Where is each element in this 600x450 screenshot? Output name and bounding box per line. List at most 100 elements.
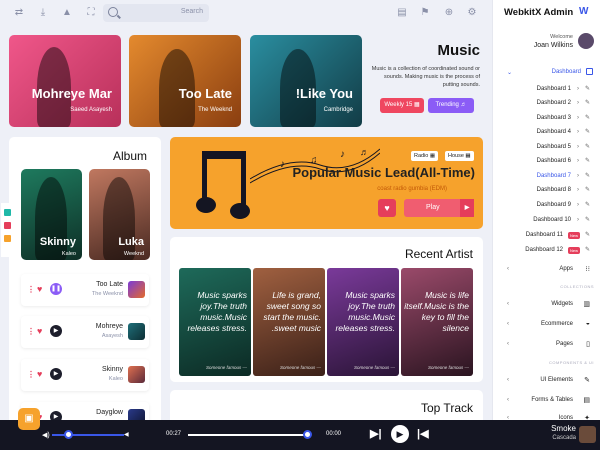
sidebar-item-dashboard-8[interactable]: Dashboard 8 › ✎ xyxy=(507,186,595,196)
play-pause-button[interactable]: ▶ xyxy=(391,425,409,443)
album-card-2[interactable]: Luka Weeknd xyxy=(89,169,150,260)
skip-forward-icon[interactable]: |◀ xyxy=(417,427,429,440)
sidebar-item-dashboard-2[interactable]: Dashboard 2 › ✎ xyxy=(507,99,595,109)
house-tag[interactable]: House ▦ xyxy=(445,151,474,161)
globe-icon[interactable]: ⊕ xyxy=(443,7,455,19)
album-card-artist: Weeknd xyxy=(123,251,144,257)
heart-icon[interactable]: ♥ xyxy=(37,284,42,294)
swap-icon[interactable]: ⇄ xyxy=(13,7,25,19)
edit-icon: ✎ xyxy=(584,217,590,223)
track-row[interactable]: ⋮ ♥ ❚❚ Too Late The Weeknd xyxy=(21,274,149,306)
sidebar-item-widgets[interactable]: ‹ Widgets ▥ xyxy=(507,299,595,311)
artist-card[interactable]: Music is life itself.Music is the key to… xyxy=(401,268,473,376)
more-icon[interactable]: ⋮ xyxy=(27,327,35,336)
sidebar-item-apps[interactable]: ‹ Apps ⁝⁝ xyxy=(507,264,595,276)
play-icon[interactable]: ▶ xyxy=(50,368,62,380)
volume-max-icon: ◀ xyxy=(124,432,129,438)
sidebar-item-ui-elements[interactable]: ‹ UI Elements ✎ xyxy=(507,375,595,387)
logo-icon: W xyxy=(579,6,589,17)
sidebar-item-label: Widgets xyxy=(551,301,573,307)
radio-tag[interactable]: Radio ▦ xyxy=(411,151,439,161)
sidebar-item-dashboard-5[interactable]: Dashboard 5 › ✎ xyxy=(507,143,595,153)
sidebar-item-dashboard-11[interactable]: Dashboard 11 New ✎ xyxy=(507,231,595,241)
chevron-right-icon: › xyxy=(577,144,579,150)
heart-icon[interactable]: ♥ xyxy=(37,326,42,336)
chat-icon: ▣ xyxy=(24,413,34,424)
pages-icon: ▯ xyxy=(586,341,590,348)
artist-card[interactable]: Music sparks joy.The truth music.Music r… xyxy=(179,268,251,376)
featured-card-2[interactable]: Too Late The Weeknd xyxy=(129,35,241,127)
widgets-icon: ▥ xyxy=(583,301,590,308)
track-row[interactable]: ⋮ ♥ ▶ Skinny Kaleo xyxy=(21,359,149,391)
sidebar-item-dashboard-7[interactable]: Dashboard 7 › ✎ xyxy=(507,172,595,182)
chevron-left-icon: ‹ xyxy=(507,341,509,347)
progress-knob[interactable] xyxy=(303,430,312,439)
album-card-artist: Kaleo xyxy=(61,251,76,257)
more-icon[interactable]: ⋮ xyxy=(27,285,35,294)
edit-icon: ✎ xyxy=(584,115,590,121)
sidebar-item-label: Dashboard 2 xyxy=(536,100,571,106)
svg-text:♪: ♪ xyxy=(340,149,345,160)
like-button[interactable]: ♥ xyxy=(378,199,396,217)
play-button[interactable]: Play ▶ xyxy=(404,199,474,217)
sidebar-item-dashboard-10[interactable]: Dashboard 10 › ✎ xyxy=(507,216,595,226)
artist-card[interactable]: Music sparks joy.The truth music.Music r… xyxy=(327,268,399,376)
artist-quote: Music sparks joy.The truth music.Music r… xyxy=(335,290,395,333)
collapse-icon[interactable]: ⤓ xyxy=(37,7,49,19)
popular-subtitle: coast radio gumbia (EDM) xyxy=(377,186,447,192)
user-name: Joan Wilkins xyxy=(533,42,573,49)
pause-icon[interactable]: ❚❚ xyxy=(50,283,62,295)
red-tool-icon[interactable] xyxy=(4,222,11,229)
sidebar-item-dashboard-1[interactable]: Dashboard 1 › ✎ xyxy=(507,85,595,95)
track-row[interactable]: ⋮ ♥ ▶ Mohreye Asayesh xyxy=(21,316,149,348)
heart-icon: ♥ xyxy=(384,203,390,213)
quote-author: Someone famous — xyxy=(279,365,321,370)
sidebar-item-forms-tables[interactable]: ‹ Forms & Tables ▤ xyxy=(507,395,595,407)
sidebar-item-dashboard-6[interactable]: Dashboard 6 › ✎ xyxy=(507,157,595,167)
music-description: Music is a collection of coordinated sou… xyxy=(371,66,480,88)
avatar[interactable] xyxy=(578,33,594,49)
apps-icon: ⁝⁝ xyxy=(585,266,590,273)
volume-knob[interactable] xyxy=(64,430,73,439)
featured-artist: The Weeknd xyxy=(198,107,232,113)
heart-icon[interactable]: ♥ xyxy=(37,369,42,379)
top-track-title: Top Track xyxy=(420,401,473,415)
artist-card[interactable]: Life is grand, sweet song so start the m… xyxy=(253,268,325,376)
sidebar-item-label: Apps xyxy=(559,266,573,272)
featured-card-1[interactable]: Mohreye Mar Saeed Asayesh xyxy=(9,35,121,127)
skip-back-icon[interactable]: ▶| xyxy=(370,427,382,440)
new-badge: New xyxy=(567,232,580,239)
orange-tool-icon[interactable] xyxy=(4,235,11,242)
sidebar-item-pages[interactable]: ‹ Pages ▯ xyxy=(507,339,595,351)
album-card-1[interactable]: Skinny Kaleo xyxy=(21,169,82,260)
sidebar-item-dashboard-4[interactable]: Dashboard 4 › ✎ xyxy=(507,128,595,138)
featured-card-3[interactable]: !Like You Cambridge xyxy=(250,35,362,127)
fullscreen-icon[interactable]: ⛶ xyxy=(85,7,97,19)
search-input[interactable]: Search xyxy=(181,8,203,15)
weekly-button[interactable]: Weekly 15 ▦ xyxy=(380,98,424,113)
play-icon[interactable]: ▶ xyxy=(50,325,62,337)
sidebar-item-label: Dashboard 12 xyxy=(525,247,563,253)
volume-icon[interactable]: ◀) xyxy=(42,431,50,439)
search-box[interactable]: Search xyxy=(103,4,209,22)
volume-slider[interactable] xyxy=(52,434,124,436)
sidebar-item-dashboard-9[interactable]: Dashboard 9 › ✎ xyxy=(507,201,595,211)
notification-fab[interactable]: ▣ xyxy=(18,408,40,430)
bell-icon[interactable]: ▲ xyxy=(61,7,73,19)
sidebar-item-dashboard-3[interactable]: Dashboard 3 › ✎ xyxy=(507,114,595,124)
sidebar-item-ecommerce[interactable]: ‹ Ecommerce ◒ xyxy=(507,319,595,331)
clipboard-icon[interactable]: ▤ xyxy=(396,7,408,19)
teal-tool-icon[interactable] xyxy=(4,209,11,216)
trending-button[interactable]: Trending ♬ xyxy=(428,98,474,113)
track-title: Mohreye xyxy=(95,323,123,330)
more-icon[interactable]: ⋮ xyxy=(27,370,35,379)
sidebar-item-dashboard-12[interactable]: Dashboard 12 New ✎ xyxy=(507,246,595,256)
top-bar: ⇄ ⤓ ▲ ⛶ Search ▤ ⚑ ⊕ ⚙ xyxy=(0,0,492,27)
chevron-right-icon: › xyxy=(577,187,579,193)
track-title: Skinny xyxy=(101,366,123,373)
progress-bar[interactable] xyxy=(188,434,308,436)
settings-icon[interactable]: ⚙ xyxy=(466,7,478,19)
ui-elements-icon: ✎ xyxy=(584,377,590,384)
chevron-left-icon: ‹ xyxy=(507,301,509,307)
flag-icon[interactable]: ⚑ xyxy=(419,7,431,19)
